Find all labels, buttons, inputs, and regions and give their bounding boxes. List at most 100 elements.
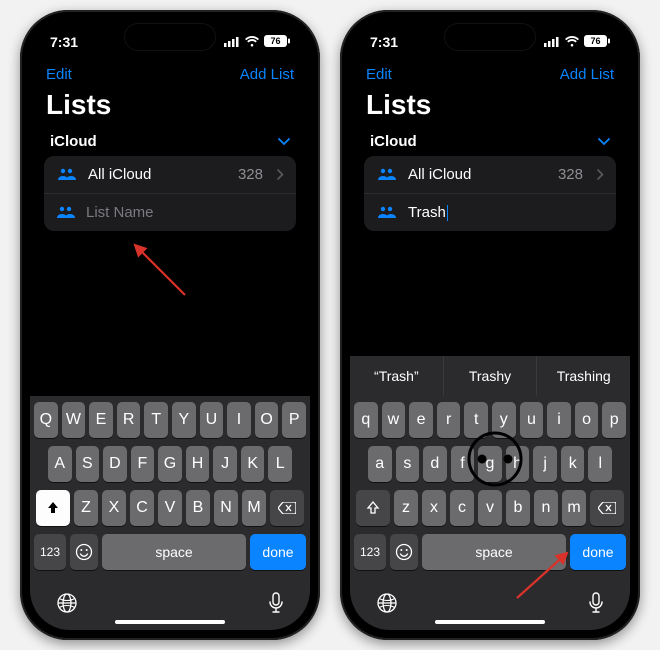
people-icon (56, 205, 76, 221)
list-name-input[interactable]: Trash (408, 204, 446, 221)
key-d[interactable]: d (423, 446, 447, 482)
key-a[interactable]: A (48, 446, 72, 482)
status-icons: 76 (224, 34, 290, 50)
svg-text:76: 76 (590, 36, 600, 46)
suggestion-3[interactable]: Trashing (537, 356, 630, 396)
add-list-button[interactable]: Add List (240, 66, 294, 83)
key-h[interactable]: H (186, 446, 210, 482)
key-d[interactable]: D (103, 446, 127, 482)
edit-button[interactable]: Edit (46, 66, 72, 83)
suggestion-2[interactable]: Trashy (444, 356, 538, 396)
space-key[interactable]: space (102, 534, 246, 570)
key-y[interactable]: Y (172, 402, 196, 438)
key-r[interactable]: r (437, 402, 461, 438)
done-key[interactable]: done (570, 534, 626, 570)
key-row-1: Q W E R T Y U I O P (34, 402, 306, 438)
list-row-new[interactable]: Trash (364, 193, 616, 231)
key-row-4: 123 space done (354, 534, 626, 570)
list-name-input[interactable] (86, 204, 285, 221)
keyboard[interactable]: Q W E R T Y U I O P A S D F G H J K L (30, 396, 310, 584)
key-r[interactable]: R (117, 402, 141, 438)
key-h[interactable]: h (506, 446, 530, 482)
key-e[interactable]: E (89, 402, 113, 438)
key-y[interactable]: y (492, 402, 516, 438)
key-row-4: 123 space done (34, 534, 306, 570)
suggestion-1[interactable]: “Trash” (350, 356, 444, 396)
key-g[interactable]: G (158, 446, 182, 482)
section-label: iCloud (370, 133, 417, 150)
add-list-button[interactable]: Add List (560, 66, 614, 83)
shift-key[interactable] (356, 490, 390, 526)
key-q[interactable]: q (354, 402, 378, 438)
key-p[interactable]: p (602, 402, 626, 438)
key-z[interactable]: z (394, 490, 418, 526)
key-m[interactable]: m (562, 490, 586, 526)
key-a[interactable]: a (368, 446, 392, 482)
key-x[interactable]: X (102, 490, 126, 526)
chevron-down-icon (598, 135, 610, 149)
key-i[interactable]: I (227, 402, 251, 438)
key-f[interactable]: F (131, 446, 155, 482)
globe-icon[interactable] (56, 592, 78, 619)
key-u[interactable]: u (520, 402, 544, 438)
numbers-key[interactable]: 123 (34, 534, 66, 570)
globe-icon[interactable] (376, 592, 398, 619)
backspace-key[interactable] (270, 490, 304, 526)
section-header-icloud[interactable]: iCloud (30, 133, 310, 156)
key-k[interactable]: K (241, 446, 265, 482)
list-row-all-icloud[interactable]: All iCloud 328 (44, 156, 296, 193)
nav-bar: Edit Add List (350, 64, 630, 87)
key-s[interactable]: s (396, 446, 420, 482)
key-j[interactable]: J (213, 446, 237, 482)
key-t[interactable]: T (144, 402, 168, 438)
key-j[interactable]: j (533, 446, 557, 482)
key-v[interactable]: v (478, 490, 502, 526)
key-p[interactable]: P (282, 402, 306, 438)
key-w[interactable]: W (62, 402, 86, 438)
done-key[interactable]: done (250, 534, 306, 570)
key-u[interactable]: U (200, 402, 224, 438)
key-c[interactable]: c (450, 490, 474, 526)
emoji-key[interactable] (70, 534, 98, 570)
key-g[interactable]: g (478, 446, 502, 482)
status-icons: 76 (544, 34, 610, 50)
key-row-3: z x c v b n m (354, 490, 626, 526)
home-indicator[interactable] (435, 620, 545, 624)
space-key[interactable]: space (422, 534, 566, 570)
key-e[interactable]: e (409, 402, 433, 438)
key-l[interactable]: l (588, 446, 612, 482)
key-l[interactable]: L (268, 446, 292, 482)
key-x[interactable]: x (422, 490, 446, 526)
emoji-key[interactable] (390, 534, 418, 570)
list-row-new[interactable] (44, 193, 296, 231)
key-s[interactable]: S (76, 446, 100, 482)
home-indicator[interactable] (115, 620, 225, 624)
list-row-all-icloud[interactable]: All iCloud 328 (364, 156, 616, 193)
key-v[interactable]: V (158, 490, 182, 526)
key-f[interactable]: f (451, 446, 475, 482)
dynamic-island (125, 24, 215, 50)
key-o[interactable]: o (575, 402, 599, 438)
dictation-icon[interactable] (588, 592, 604, 619)
key-w[interactable]: w (382, 402, 406, 438)
key-q[interactable]: Q (34, 402, 58, 438)
key-c[interactable]: C (130, 490, 154, 526)
key-t[interactable]: t (464, 402, 488, 438)
backspace-key[interactable] (590, 490, 624, 526)
numbers-key[interactable]: 123 (354, 534, 386, 570)
key-k[interactable]: k (561, 446, 585, 482)
key-m[interactable]: M (242, 490, 266, 526)
edit-button[interactable]: Edit (366, 66, 392, 83)
key-i[interactable]: i (547, 402, 571, 438)
key-n[interactable]: N (214, 490, 238, 526)
key-z[interactable]: Z (74, 490, 98, 526)
key-n[interactable]: n (534, 490, 558, 526)
dictation-icon[interactable] (268, 592, 284, 619)
keyboard[interactable]: q w e r t y u i o p a s d f g h j k l (350, 396, 630, 584)
key-o[interactable]: O (255, 402, 279, 438)
section-header-icloud[interactable]: iCloud (350, 133, 630, 156)
shift-key[interactable] (36, 490, 70, 526)
key-b[interactable]: b (506, 490, 530, 526)
chevron-right-icon (277, 167, 284, 183)
key-b[interactable]: B (186, 490, 210, 526)
